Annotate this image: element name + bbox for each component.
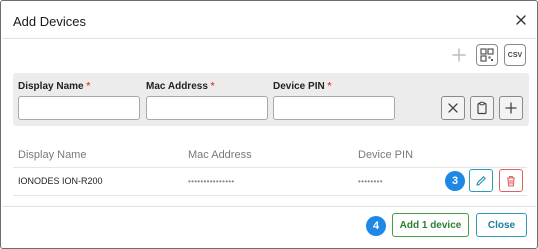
cell-device-pin: •••••••• (358, 177, 383, 186)
mac-address-label: Mac Address * (146, 81, 215, 92)
add-device-button[interactable]: Add 1 device (392, 213, 469, 237)
table-header-divider (13, 167, 527, 168)
step-badge: 4 (366, 216, 386, 236)
paste-button[interactable] (470, 96, 494, 120)
display-name-label: Display Name * (18, 81, 91, 92)
column-header-display-name: Display Name (18, 149, 87, 161)
edit-button[interactable] (469, 169, 493, 192)
trash-icon (507, 175, 515, 187)
column-header-device-pin: Device PIN (358, 149, 414, 161)
csv-import-button[interactable]: CSV (504, 44, 526, 66)
clear-icon (448, 103, 458, 113)
plus-icon (505, 102, 517, 114)
footer-divider (2, 206, 536, 207)
cell-mac-address: ••••••••••••••• (188, 177, 235, 186)
display-name-field[interactable] (18, 96, 140, 120)
device-pin-label: Device PIN * (273, 81, 332, 92)
paste-icon (477, 101, 487, 115)
dialog-title: Add Devices (13, 14, 86, 29)
close-icon[interactable] (511, 9, 531, 31)
column-header-mac-address: Mac Address (188, 149, 252, 161)
add-devices-dialog: Add Devices CSV Display Name * Mac Addre… (0, 0, 538, 249)
close-button[interactable]: Close (476, 213, 527, 237)
mac-address-field[interactable] (146, 96, 268, 120)
plus-icon[interactable] (449, 45, 469, 65)
clear-button[interactable] (441, 96, 465, 120)
qr-code-icon (480, 48, 494, 62)
cell-display-name: IONODES ION-R200 (18, 176, 103, 186)
device-pin-field[interactable] (273, 96, 395, 120)
qr-code-button[interactable] (476, 44, 498, 66)
table-row-divider (13, 195, 527, 196)
header-divider (2, 38, 536, 39)
csv-label: CSV (507, 51, 523, 59)
delete-button[interactable] (499, 169, 523, 192)
pencil-icon (476, 175, 486, 186)
add-row-button[interactable] (499, 96, 523, 120)
step-badge: 3 (445, 171, 465, 191)
